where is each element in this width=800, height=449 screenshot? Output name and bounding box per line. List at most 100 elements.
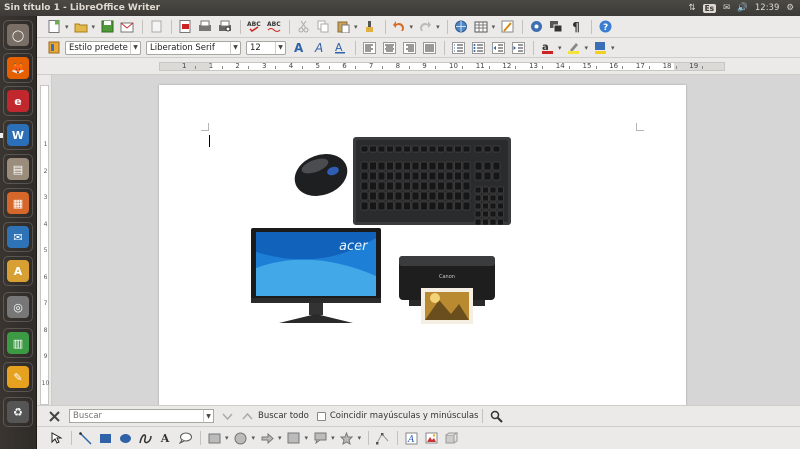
keyboard-layout-indicator[interactable]: Es xyxy=(702,3,717,13)
launcher-thunderbird-icon[interactable]: ✉ xyxy=(3,222,33,252)
email-document-icon[interactable] xyxy=(118,18,136,36)
ellipse-tool-icon[interactable] xyxy=(116,429,134,447)
flowchart-icon[interactable] xyxy=(285,429,303,447)
line-tool-icon[interactable] xyxy=(76,429,94,447)
save-icon[interactable] xyxy=(98,18,116,36)
open-folder-icon[interactable] xyxy=(72,18,90,36)
select-arrow-icon[interactable] xyxy=(47,429,65,447)
volume-icon[interactable]: 🔊 xyxy=(737,3,748,13)
stars-dropdown-icon[interactable]: ▾ xyxy=(358,434,362,442)
chevron-down-icon[interactable]: ▼ xyxy=(130,41,140,54)
undo-dropdown-icon[interactable]: ▾ xyxy=(410,23,414,31)
copy-icon[interactable] xyxy=(314,18,332,36)
extrusion-icon[interactable] xyxy=(442,429,460,447)
new-document-icon[interactable] xyxy=(45,18,63,36)
launcher-firefox-icon[interactable]: 🦊 xyxy=(3,53,33,83)
find-all-button[interactable]: Buscar todo xyxy=(258,411,309,421)
paste-icon[interactable] xyxy=(334,18,352,36)
basic-shapes-icon[interactable] xyxy=(205,429,223,447)
align-center-icon[interactable] xyxy=(380,39,398,57)
launcher-cheese-icon[interactable]: ◎ xyxy=(3,292,33,322)
spellcheck-icon[interactable]: ABC xyxy=(245,18,263,36)
insert-image-icon[interactable] xyxy=(422,429,440,447)
font-size-combo[interactable]: 12 ▼ xyxy=(246,40,286,55)
mouse-image[interactable] xyxy=(291,151,351,199)
print-icon[interactable] xyxy=(196,18,214,36)
launcher-impress-icon[interactable]: ▦ xyxy=(3,188,33,218)
launcher-dash-icon[interactable]: ◯ xyxy=(3,20,33,50)
table-dropdown-icon[interactable]: ▾ xyxy=(492,23,496,31)
chevron-down-icon[interactable]: ▼ xyxy=(275,41,285,54)
bold-icon[interactable]: A xyxy=(291,39,309,57)
symbol-shapes-dropdown-icon[interactable]: ▾ xyxy=(252,434,256,442)
ruler-strip[interactable]: 1 1 2 3 4 5 6 7 8 9 10 11 12 13 14 15 16 17 18 19 xyxy=(159,62,725,71)
find-next-icon[interactable] xyxy=(238,407,256,425)
formatting-marks-icon[interactable]: ¶ xyxy=(567,18,585,36)
numbering-icon[interactable] xyxy=(449,39,467,57)
italic-icon[interactable]: A xyxy=(311,39,329,57)
help-icon[interactable]: ? xyxy=(596,18,614,36)
show-draw-functions-icon[interactable] xyxy=(498,18,516,36)
network-icon[interactable]: ⇅ xyxy=(688,3,695,13)
align-left-icon[interactable] xyxy=(360,39,378,57)
close-icon[interactable] xyxy=(45,407,63,425)
stars-icon[interactable] xyxy=(338,429,356,447)
find-replace-icon[interactable] xyxy=(487,407,505,425)
cut-icon[interactable] xyxy=(294,18,312,36)
vertical-ruler[interactable]: 123456789101112 xyxy=(37,75,52,440)
flowchart-dropdown-icon[interactable]: ▾ xyxy=(305,434,309,442)
document-area[interactable]: acer Canon xyxy=(52,75,800,405)
fontwork-icon[interactable]: A xyxy=(402,429,420,447)
edit-mode-icon[interactable] xyxy=(147,18,165,36)
decrease-indent-icon[interactable] xyxy=(489,39,507,57)
hyperlink-icon[interactable] xyxy=(452,18,470,36)
highlighting-icon[interactable] xyxy=(565,39,583,57)
background-color-icon[interactable] xyxy=(591,39,609,57)
undo-icon[interactable] xyxy=(390,18,408,36)
callouts-icon[interactable] xyxy=(311,429,329,447)
new-dropdown-icon[interactable]: ▾ xyxy=(65,23,69,31)
styles-icon[interactable] xyxy=(45,39,63,57)
points-icon[interactable] xyxy=(373,429,391,447)
printer-image[interactable]: Canon xyxy=(399,248,499,328)
bullets-icon[interactable] xyxy=(469,39,487,57)
background-color-dropdown-icon[interactable]: ▾ xyxy=(611,44,615,52)
symbol-shapes-icon[interactable] xyxy=(232,429,250,447)
autospellcheck-icon[interactable]: ABC xyxy=(265,18,283,36)
paragraph-style-combo[interactable]: Estilo predete ▼ xyxy=(65,40,141,55)
launcher-writer-icon[interactable]: W xyxy=(3,120,33,150)
open-dropdown-icon[interactable]: ▾ xyxy=(92,23,96,31)
font-name-combo[interactable]: Liberation Serif ▼ xyxy=(146,40,241,55)
freeform-tool-icon[interactable] xyxy=(136,429,154,447)
callout-tool-icon[interactable] xyxy=(176,429,194,447)
block-arrows-icon[interactable] xyxy=(258,429,276,447)
find-previous-icon[interactable] xyxy=(218,407,236,425)
underline-icon[interactable]: A xyxy=(331,39,349,57)
horizontal-ruler[interactable]: 1 1 2 3 4 5 6 7 8 9 10 11 12 13 14 15 16 17 18 19 xyxy=(37,58,800,75)
rectangle-tool-icon[interactable] xyxy=(96,429,114,447)
font-color-icon[interactable]: a xyxy=(538,39,556,57)
chevron-down-icon[interactable]: ▼ xyxy=(203,410,213,422)
align-right-icon[interactable] xyxy=(400,39,418,57)
redo-dropdown-icon[interactable]: ▾ xyxy=(436,23,440,31)
navigator-icon[interactable] xyxy=(527,18,545,36)
increase-indent-icon[interactable] xyxy=(509,39,527,57)
justify-icon[interactable] xyxy=(420,39,438,57)
clock[interactable]: 12:39 xyxy=(755,3,780,13)
block-arrows-dropdown-icon[interactable]: ▾ xyxy=(278,434,282,442)
launcher-trash-icon[interactable]: ♻ xyxy=(3,397,33,427)
launcher-evince-icon[interactable]: e xyxy=(3,86,33,116)
basic-shapes-dropdown-icon[interactable]: ▾ xyxy=(225,434,229,442)
gear-icon[interactable]: ⚙ xyxy=(786,3,794,13)
print-preview-icon[interactable] xyxy=(216,18,234,36)
keyboard-image[interactable] xyxy=(353,137,511,225)
text-tool-icon[interactable]: A xyxy=(156,429,174,447)
font-color-dropdown-icon[interactable]: ▾ xyxy=(558,44,562,52)
paste-dropdown-icon[interactable]: ▾ xyxy=(354,23,358,31)
callouts-dropdown-icon[interactable]: ▾ xyxy=(331,434,335,442)
clone-formatting-icon[interactable] xyxy=(361,18,379,36)
launcher-software-center-icon[interactable]: A xyxy=(3,256,33,286)
redo-icon[interactable] xyxy=(416,18,434,36)
chevron-down-icon[interactable]: ▼ xyxy=(230,41,240,54)
match-case-checkbox[interactable] xyxy=(316,411,326,421)
